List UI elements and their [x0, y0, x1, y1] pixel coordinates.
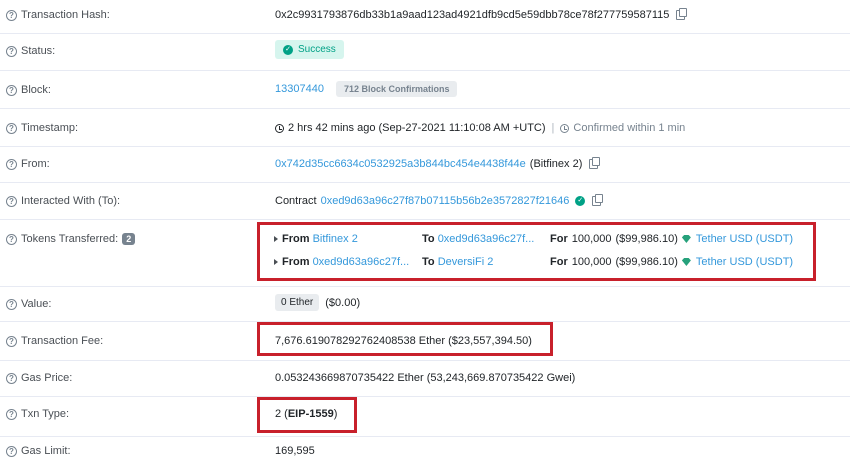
highlight-box-txn-type: [257, 397, 357, 433]
help-icon[interactable]: ?: [6, 45, 17, 57]
help-icon[interactable]: ?: [6, 408, 17, 420]
status-label: ? Status:: [6, 45, 55, 57]
timestamp-value: 2 hrs 42 mins ago (Sep-27-2021 11:10:08 …: [275, 122, 685, 134]
from-name: (Bitfinex 2): [529, 158, 583, 170]
block-confirmations-badge: 712 Block Confirmations: [335, 81, 458, 97]
gas-limit-label: ? Gas Limit:: [6, 445, 71, 457]
txn-type-label: ? Txn Type:: [6, 408, 69, 420]
clock-icon: [275, 123, 284, 133]
value-value: 0 Ether ($0.00): [275, 294, 360, 311]
help-icon[interactable]: ?: [6, 84, 17, 96]
verified-check-icon: ✓: [575, 196, 586, 206]
ether-value-badge: 0 Ether: [275, 294, 320, 311]
help-icon[interactable]: ?: [6, 122, 17, 134]
help-icon[interactable]: ?: [6, 158, 17, 170]
copy-icon[interactable]: [676, 8, 688, 20]
copy-icon[interactable]: [589, 157, 601, 169]
interacted-with-label: ? Interacted With (To):: [6, 195, 120, 207]
help-icon[interactable]: ?: [6, 298, 17, 310]
stopwatch-icon: [560, 123, 570, 133]
help-icon[interactable]: ?: [6, 195, 17, 207]
highlight-box-fee: [257, 322, 553, 356]
gas-price-label: ? Gas Price:: [6, 372, 72, 384]
confirmed-within: Confirmed within 1 min: [573, 122, 686, 134]
highlight-box-tokens: [257, 222, 816, 281]
timestamp-label: ? Timestamp:: [6, 122, 78, 134]
copy-icon[interactable]: [592, 194, 604, 206]
help-icon[interactable]: ?: [6, 372, 17, 384]
transaction-hash-value: 0x2c9931793876db33b1a9aad123ad4921dfb9cd…: [275, 8, 688, 21]
status-badge: ✓ Success: [275, 40, 344, 59]
help-icon[interactable]: ?: [6, 445, 17, 457]
transaction-hash-label: ? Transaction Hash:: [6, 9, 110, 21]
block-value: 13307440 712 Block Confirmations: [275, 81, 458, 97]
gas-price-value: 0.053243669870735422 Ether (53,243,669.8…: [275, 372, 576, 384]
gas-limit-value: 169,595: [275, 445, 315, 457]
help-icon[interactable]: ?: [6, 233, 17, 245]
tokens-transferred-label: ? Tokens Transferred: 2: [6, 233, 136, 245]
check-circle-icon: ✓: [283, 44, 293, 55]
value-label: ? Value:: [6, 298, 51, 310]
contract-address-link[interactable]: 0xed9d63a96c27f87b07115b56b2e3572827f216…: [321, 195, 570, 207]
transaction-fee-label: ? Transaction Fee:: [6, 335, 103, 347]
help-icon[interactable]: ?: [6, 9, 17, 21]
from-label: ? From:: [6, 158, 50, 170]
status-value: ✓ Success: [275, 40, 344, 59]
token-count-badge: 2: [122, 233, 136, 245]
tx-hash-text: 0x2c9931793876db33b1a9aad123ad4921dfb9cd…: [275, 9, 670, 21]
from-address-link[interactable]: 0x742d35cc6634c0532925a3b844bc454e4438f4…: [275, 158, 526, 170]
block-number-link[interactable]: 13307440: [275, 83, 324, 95]
help-icon[interactable]: ?: [6, 335, 17, 347]
from-value: 0x742d35cc6634c0532925a3b844bc454e4438f4…: [275, 157, 601, 170]
block-label: ? Block:: [6, 84, 51, 96]
interacted-with-value: Contract 0xed9d63a96c27f87b07115b56b2e35…: [275, 194, 604, 207]
